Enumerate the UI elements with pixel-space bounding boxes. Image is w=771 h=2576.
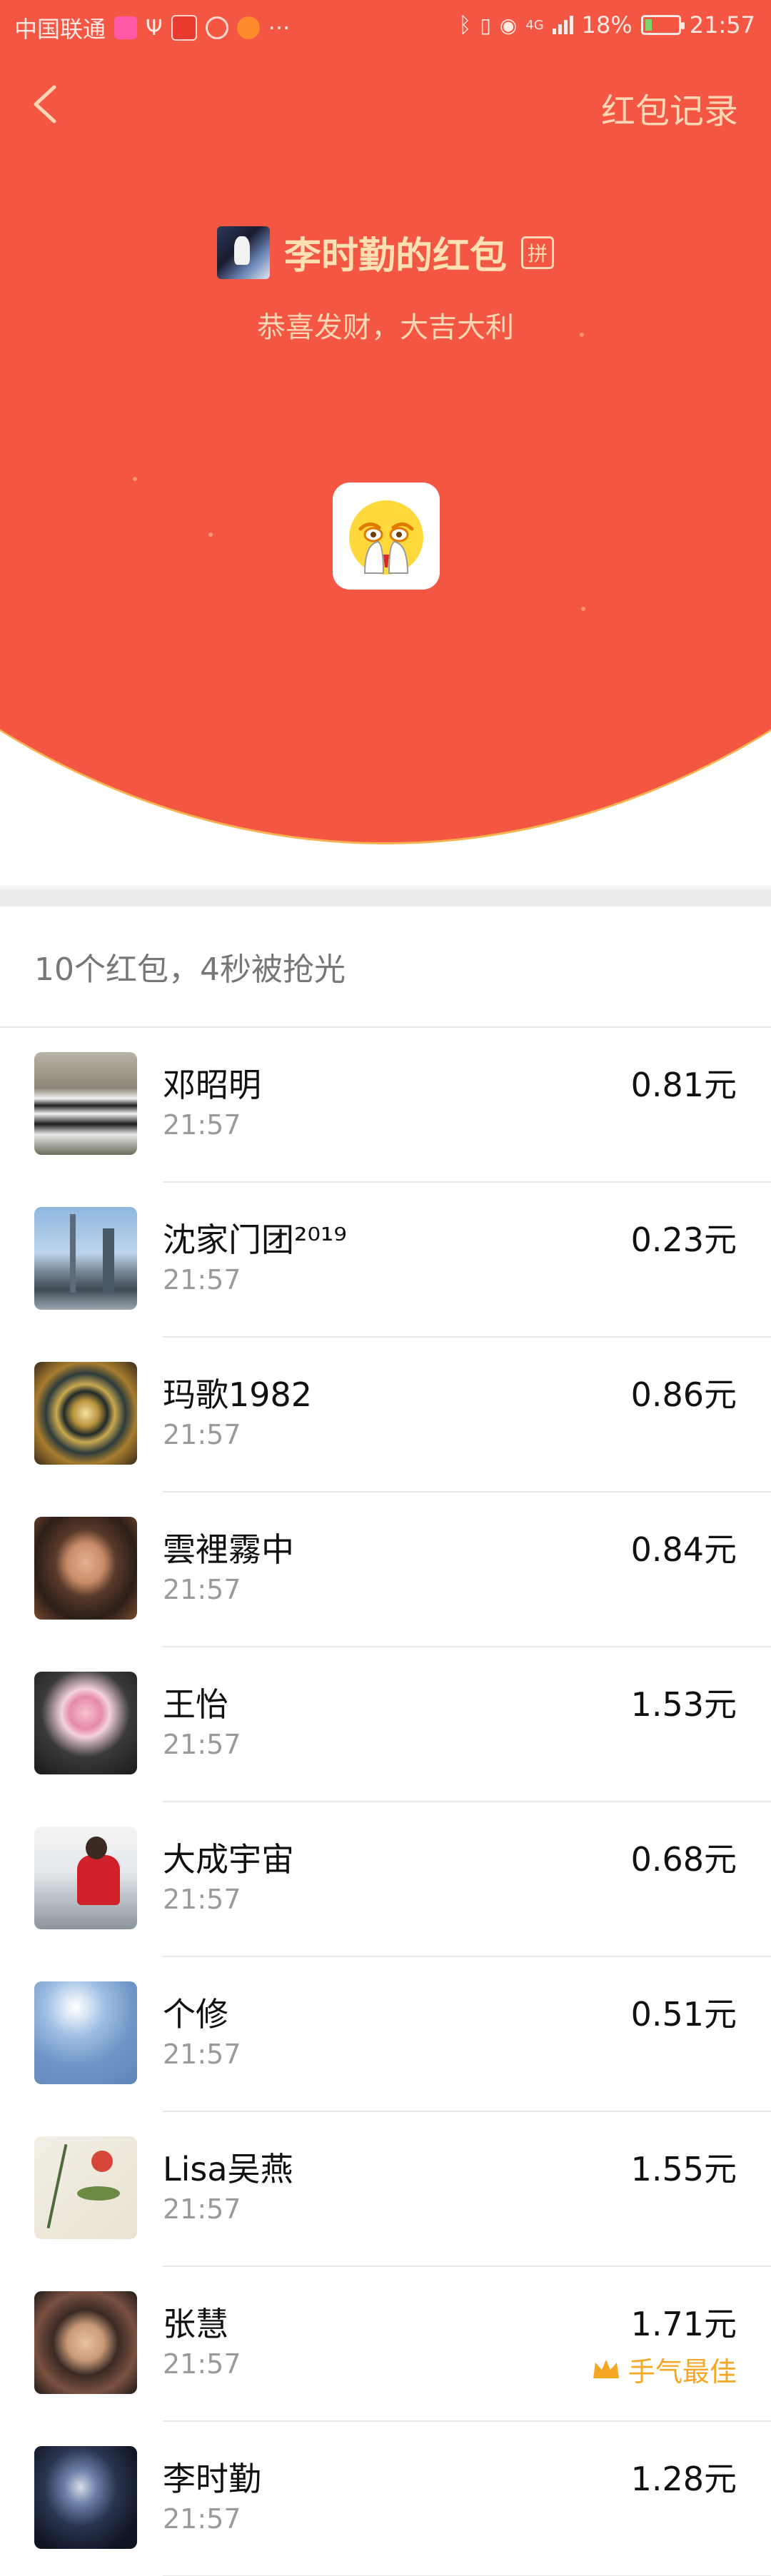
app-notification-icon	[236, 16, 260, 39]
figure-head-shape	[86, 1837, 107, 1859]
recipient-name: 王怡	[163, 1685, 228, 1724]
red-packet-header: 中国联通 Ψ ··· ᛒ ▯ ◉ 4G 18% 21:57 红包记录 李时勤的红…	[0, 0, 771, 885]
claim-amount: 0.51元	[630, 1995, 737, 2034]
claim-amount: 1.53元	[630, 1685, 737, 1724]
avatar[interactable]	[34, 2291, 137, 2394]
claim-time: 21:57	[163, 2193, 241, 2225]
vibrate-icon: ▯	[480, 13, 491, 37]
leaf-shape	[77, 2186, 120, 2201]
recipient-name: 大成宇宙	[163, 1840, 294, 1879]
recipient-name: 张慧	[163, 2305, 228, 2343]
list-item[interactable]: Lisa吴燕 21:57 1.55元	[0, 2112, 771, 2267]
lucky-packet-badge: 拼	[521, 236, 554, 269]
claim-summary: 10个红包，4秒被抢光	[0, 906, 771, 1028]
sparkle-decoration	[581, 607, 585, 611]
recipient-name: Lisa吴燕	[163, 2150, 293, 2188]
clock: 21:57	[689, 11, 755, 39]
list-item[interactable]: 个修 21:57 0.51元	[0, 1957, 771, 2112]
battery-percent: 18%	[581, 11, 633, 39]
claim-time: 21:57	[163, 2348, 241, 2380]
news-app-notification-icon	[171, 15, 197, 41]
battery-level-fill	[645, 19, 652, 31]
signal-strength-icon	[552, 16, 573, 34]
recipient-name: 沈家门团²⁰¹⁹	[163, 1221, 347, 1259]
avatar[interactable]	[34, 1362, 137, 1465]
list-item[interactable]: 大成宇宙 21:57 0.68元	[0, 1802, 771, 1957]
status-bar: 中国联通 Ψ ··· ᛒ ▯ ◉ 4G 18% 21:57	[0, 0, 771, 54]
list-item[interactable]: 沈家门团²⁰¹⁹ 21:57 0.23元	[0, 1183, 771, 1338]
face-covering-emoji-icon	[349, 500, 423, 575]
bluetooth-icon: ᛒ	[458, 12, 472, 38]
avatar[interactable]	[34, 1052, 137, 1155]
section-divider	[0, 889, 771, 906]
list-item[interactable]: 王怡 21:57 1.53元	[0, 1647, 771, 1802]
red-packet-records-link[interactable]: 红包记录	[601, 83, 738, 133]
avatar[interactable]	[34, 2136, 137, 2239]
claim-time: 21:57	[163, 1264, 241, 1295]
avatar[interactable]	[34, 1827, 137, 1929]
crown-icon	[593, 2359, 619, 2378]
list-item[interactable]: 邓昭明 21:57 0.81元	[0, 1028, 771, 1183]
recipient-name: 个修	[163, 1995, 228, 2034]
list-item[interactable]: 玛歌1982 21:57 0.86元	[0, 1338, 771, 1492]
list-item[interactable]: 李时勤 21:57 1.28元	[0, 2422, 771, 2576]
video-app-notification-icon	[114, 16, 138, 39]
claim-amount: 0.23元	[630, 1221, 737, 1259]
eye-comfort-icon: ◉	[499, 13, 518, 37]
chevron-left-icon	[34, 85, 56, 123]
battery-icon	[640, 15, 685, 35]
claim-time: 21:57	[163, 2039, 241, 2070]
sparkle-decoration	[133, 477, 137, 481]
claim-time: 21:57	[163, 1574, 241, 1605]
bamboo-stalk-shape	[46, 2143, 68, 2229]
recipient-name: 邓昭明	[163, 1066, 261, 1104]
recipient-name: 雲裡霧中	[163, 1530, 294, 1569]
avatar[interactable]	[34, 2446, 137, 2549]
building-shape	[103, 1228, 114, 1293]
sender-avatar[interactable]	[216, 226, 270, 279]
avatar[interactable]	[34, 1517, 137, 1620]
claim-amount: 1.55元	[630, 2150, 737, 2188]
greeting-message: 恭喜发财，大吉大利	[257, 311, 514, 344]
sparkle-decoration	[208, 532, 213, 537]
claim-time: 21:57	[163, 1109, 241, 1141]
claim-amount: 0.68元	[630, 1840, 737, 1879]
claim-amount: 0.86元	[630, 1375, 737, 1414]
flower-shape	[91, 2151, 113, 2172]
back-button[interactable]	[26, 79, 66, 130]
claim-amount: 1.71元	[630, 2305, 737, 2343]
avatar[interactable]	[34, 1672, 137, 1774]
figure-shape	[77, 1855, 120, 1905]
list-item[interactable]: 张慧 21:57 1.71元 手气最佳	[0, 2267, 771, 2422]
claim-time: 21:57	[163, 1419, 241, 1450]
usb-icon: Ψ	[146, 15, 163, 41]
recipient-name: 李时勤	[163, 2460, 261, 2498]
recipient-list: 10个红包，4秒被抢光 邓昭明 21:57 0.81元 沈家门团²⁰¹⁹ 21:…	[0, 906, 771, 2576]
more-notifications-icon: ···	[268, 14, 291, 41]
avatar[interactable]	[34, 1981, 137, 2084]
sender-title: 李时勤的红包	[283, 235, 507, 278]
headset-notification-icon	[205, 16, 228, 39]
carrier-label: 中国联通	[14, 16, 106, 43]
red-packet-detail-page: 中国联通 Ψ ··· ᛒ ▯ ◉ 4G 18% 21:57 红包记录 李时勤的红…	[0, 0, 771, 2576]
best-luck-label: 手气最佳	[628, 2356, 737, 2388]
list-item[interactable]: 雲裡霧中 21:57 0.84元	[0, 1492, 771, 1647]
best-luck-badge: 手气最佳	[591, 2350, 737, 2389]
tower-shape	[70, 1214, 76, 1293]
sender-info: 李时勤的红包 拼	[0, 226, 771, 279]
recipient-name: 玛歌1982	[163, 1375, 313, 1414]
network-type-label: 4G	[525, 17, 544, 33]
claim-amount: 0.81元	[630, 1066, 737, 1104]
claim-amount: 1.28元	[630, 2460, 737, 2498]
claim-time: 21:57	[163, 1729, 241, 1760]
claim-amount: 0.84元	[630, 1530, 737, 1569]
claim-time: 21:57	[163, 1884, 241, 1915]
sticker-card[interactable]	[333, 483, 440, 590]
avatar[interactable]	[34, 1207, 137, 1310]
claim-time: 21:57	[163, 2503, 241, 2535]
